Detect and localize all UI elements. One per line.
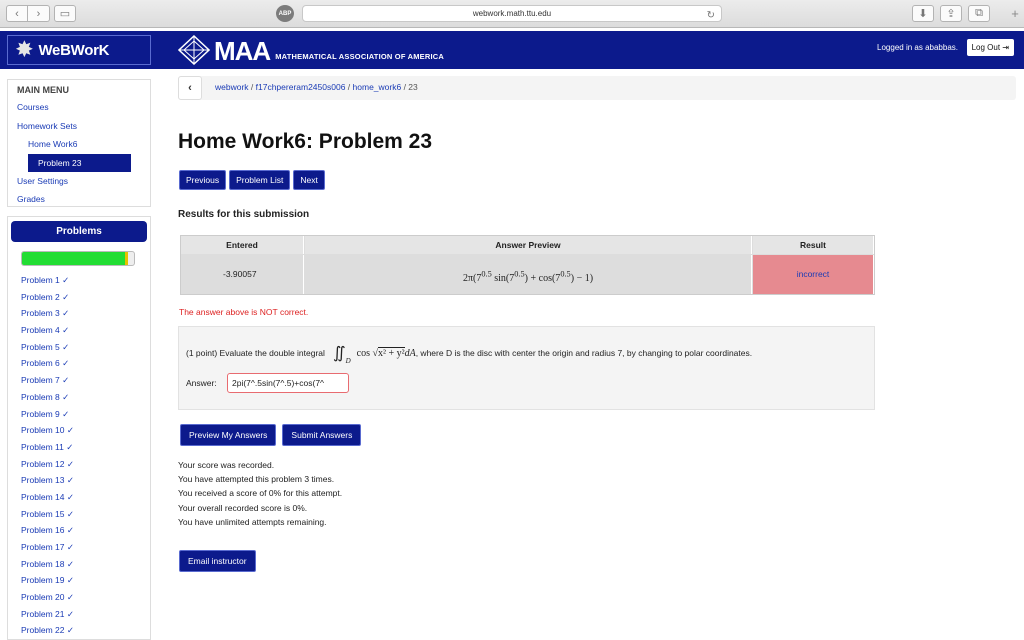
question-text: (1 point) Evaluate the double integral ∬…	[186, 345, 753, 365]
answer-input[interactable]	[227, 373, 349, 393]
double-integral-symbol: ∬	[332, 345, 346, 362]
email-instructor-button[interactable]: Email instructor	[179, 550, 256, 572]
crumb-set[interactable]: home_work6	[353, 82, 402, 92]
submit-answers-button[interactable]: Submit Answers	[282, 424, 362, 446]
reload-icon[interactable]: ↻	[707, 8, 715, 23]
problem-list-item[interactable]: Problem 16 ✓	[21, 522, 74, 539]
maa-title: MAA	[214, 36, 271, 66]
crumb-webwork[interactable]: webwork	[215, 82, 249, 92]
problem-list-button[interactable]: Problem List	[229, 170, 291, 190]
results-heading: Results for this submission	[178, 209, 310, 220]
share-icon[interactable]: ⇪	[940, 5, 962, 22]
problems-panel: Problems Problem 1 ✓ Problem 2 ✓ Problem 3…	[7, 216, 151, 640]
progress-bar	[21, 251, 135, 266]
menu-item-grades[interactable]: Grades	[17, 194, 45, 204]
score-line: You have unlimited attempts remaining.	[178, 516, 327, 527]
problem-list-item[interactable]: Problem 4 ✓	[21, 322, 74, 339]
previous-button[interactable]: Previous	[179, 170, 227, 190]
results-table: Entered Answer Preview Result -3.90057 2…	[180, 235, 875, 295]
problem-list-item[interactable]: Problem 8 ✓	[21, 389, 74, 406]
main-menu-title: MAIN MENU	[17, 85, 69, 95]
tabs-icon[interactable]: ⧉	[968, 5, 990, 22]
download-icon[interactable]: ⬇	[912, 5, 934, 22]
problem-list-item[interactable]: Problem 19 ✓	[21, 572, 74, 589]
problem-list-item[interactable]: Problem 13 ✓	[21, 472, 74, 489]
menu-item-home-work6[interactable]: Home Work6	[28, 139, 77, 149]
main-menu: MAIN MENU Courses Homework Sets Home Wor…	[7, 79, 151, 207]
forward-arrow-icon[interactable]: ›	[28, 5, 50, 22]
address-bar[interactable]: webwork.math.ttu.edu ↻	[302, 5, 722, 22]
score-line: Your overall recorded score is 0%.	[178, 502, 308, 513]
col-result: Result	[753, 236, 874, 254]
problem-list-item[interactable]: Problem 17 ✓	[21, 539, 74, 556]
problem-list-item[interactable]: Problem 12 ✓	[21, 456, 74, 473]
score-summary: Your score was recorded. You have attempt…	[178, 458, 342, 529]
logged-in-text: Logged in as ababbas.	[877, 43, 958, 52]
breadcrumb: ‹ webwork / f17chpereram2450s006 / home_…	[178, 76, 1016, 100]
toolbar-right: ⬇ ⇪ ⧉	[912, 5, 990, 22]
problem-list-item[interactable]: Problem 3 ✓	[21, 305, 74, 322]
menu-item-courses[interactable]: Courses	[17, 102, 49, 112]
back-arrow-icon[interactable]: ‹	[6, 5, 28, 22]
integrand: cos √x² + y²dA	[356, 346, 416, 359]
problem-list-item[interactable]: Problem 11 ✓	[21, 439, 74, 456]
browser-toolbar: ‹ › ▭ ABP webwork.math.ttu.edu ↻ ⬇ ⇪ ⧉ +	[0, 0, 1024, 28]
maa-logo[interactable]: MAA MATHEMATICAL ASSOCIATION OF AMERICA	[178, 35, 444, 65]
answer-preview: 2π(70.5 sin(70.5) + cos(70.5) − 1)	[305, 255, 752, 294]
result-status: incorrect	[753, 255, 874, 294]
entered-value: -3.90057	[181, 255, 304, 294]
menu-item-user-settings[interactable]: User Settings	[17, 176, 68, 186]
site-header: ✸ WeBWorK MAA MATHEMATICAL ASSOCIATION O…	[0, 31, 1024, 69]
col-answer-preview: Answer Preview	[305, 236, 752, 254]
menu-item-homework-sets[interactable]: Homework Sets	[17, 121, 77, 131]
answer-label: Answer:	[186, 378, 217, 388]
problem-list-item[interactable]: Problem 20 ✓	[21, 589, 74, 606]
problem-list-item[interactable]: Problem 2 ✓	[21, 289, 74, 306]
back-chevron-icon[interactable]: ‹	[178, 76, 202, 100]
url-text: webwork.math.ttu.edu	[472, 9, 552, 18]
problem-list-item[interactable]: Problem 5 ✓	[21, 339, 74, 356]
webwork-logo[interactable]: ✸ WeBWorK	[7, 35, 151, 65]
problem-list-item[interactable]: Problem 10 ✓	[21, 422, 74, 439]
score-line: Your score was recorded.	[178, 460, 275, 470]
breadcrumb-path: webwork / f17chpereram2450s006 / home_wo…	[215, 82, 418, 92]
problem-list-item[interactable]: Problem 7 ✓	[21, 372, 74, 389]
crumb-problem: 23	[408, 82, 418, 92]
crumb-course[interactable]: f17chpereram2450s006	[256, 82, 346, 92]
history-nav: ‹ ›	[6, 5, 50, 22]
problem-list-item[interactable]: Problem 6 ✓	[21, 355, 74, 372]
score-line: You received a score of 0% for this atte…	[178, 488, 343, 499]
maa-diamond-icon	[178, 35, 210, 65]
progress-fill	[22, 252, 129, 265]
problem-list-item[interactable]: Problem 14 ✓	[21, 489, 74, 506]
problem-list-item[interactable]: Problem 15 ✓	[21, 506, 74, 523]
problem-list-item[interactable]: Problem 1 ✓	[21, 272, 74, 289]
adblock-icon[interactable]: ABP	[276, 5, 294, 22]
menu-item-problem23[interactable]: Problem 23	[28, 154, 131, 172]
logout-icon: ⇥	[1002, 43, 1009, 52]
preview-answers-button[interactable]: Preview My Answers	[180, 424, 277, 446]
problem-list-item[interactable]: Problem 21 ✓	[21, 606, 74, 623]
problem-nav: Previous Problem List Next	[179, 170, 325, 190]
problem-list-item[interactable]: Problem 18 ✓	[21, 556, 74, 573]
incorrect-message: The answer above is NOT correct.	[179, 307, 309, 317]
problem-list: Problem 1 ✓ Problem 2 ✓ Problem 3 ✓ Problem…	[21, 272, 74, 639]
maa-subtitle: MATHEMATICAL ASSOCIATION OF AMERICA	[275, 52, 445, 61]
score-line: You have attempted this problem 3 times.	[178, 474, 335, 485]
problems-button[interactable]: Problems	[11, 221, 147, 242]
new-tab-icon[interactable]: +	[1008, 7, 1022, 22]
page-title: Home Work6: Problem 23	[178, 130, 433, 153]
next-button[interactable]: Next	[293, 170, 325, 190]
problem-list-item[interactable]: Problem 9 ✓	[21, 406, 74, 423]
answer-actions: Preview My Answers Submit Answers	[180, 424, 362, 446]
logout-button[interactable]: Log Out ⇥	[966, 39, 1014, 56]
col-entered: Entered	[181, 236, 304, 254]
star-icon: ✸	[16, 39, 33, 61]
problem-statement: (1 point) Evaluate the double integral ∬…	[178, 326, 875, 410]
sidebar-toggle-icon[interactable]: ▭	[54, 5, 76, 22]
problem-list-item[interactable]: Problem 22 ✓	[21, 622, 74, 639]
